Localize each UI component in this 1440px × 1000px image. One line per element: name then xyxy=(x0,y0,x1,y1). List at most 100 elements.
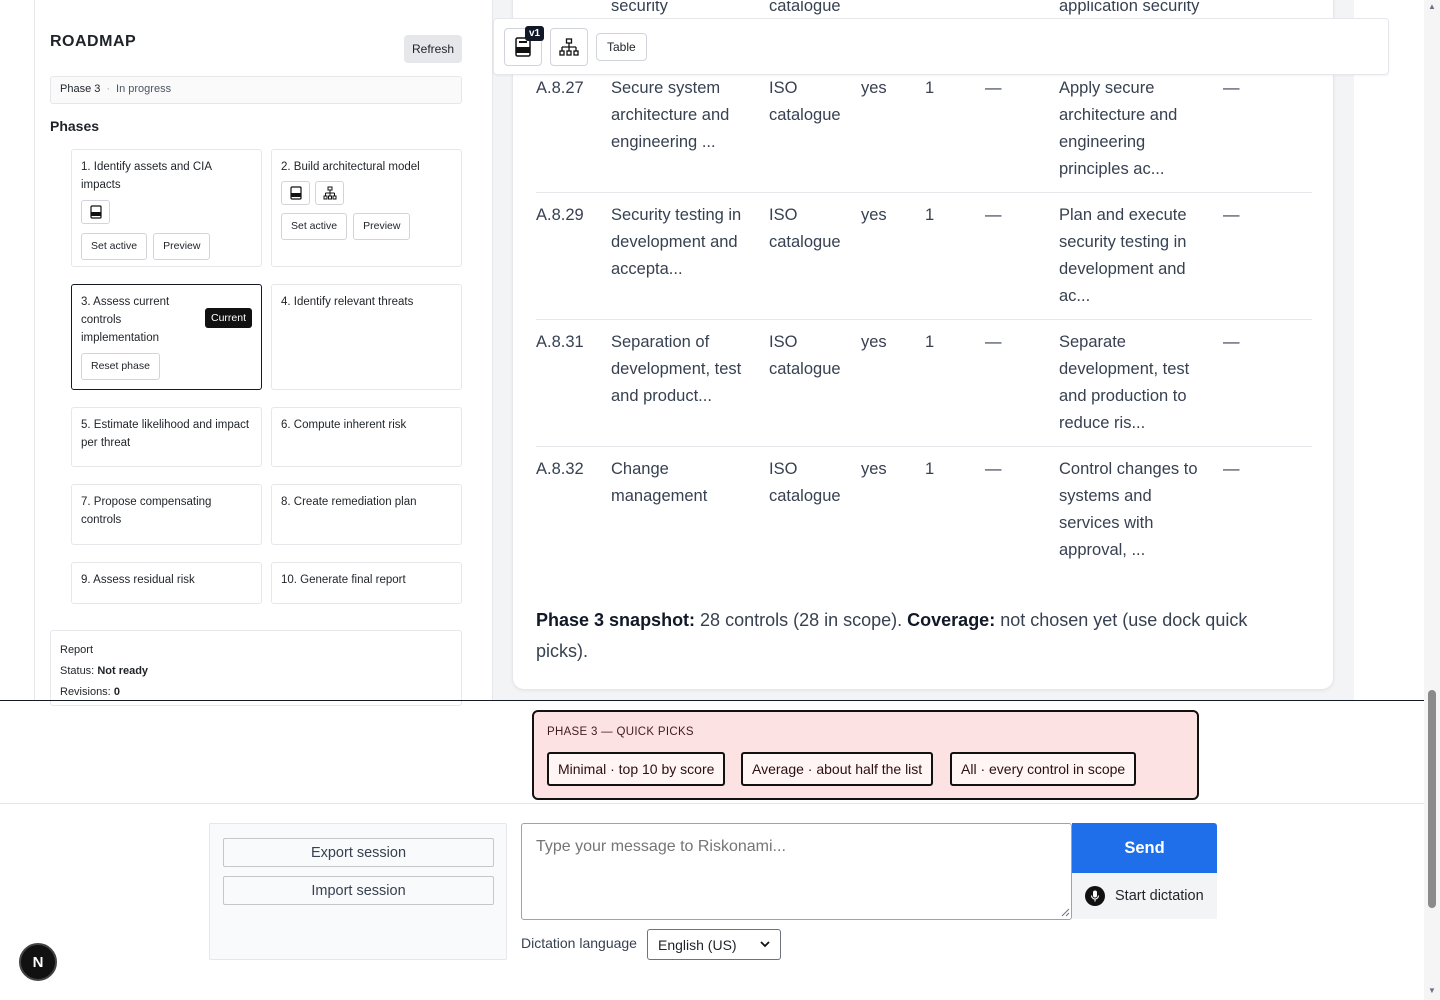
panel-divider xyxy=(34,0,35,700)
dictation-language-label: Dictation language xyxy=(521,935,637,951)
roadmap-panel: ROADMAP Refresh Phase 3 · In progress Phas… xyxy=(0,0,478,706)
view-toolbar: v1 Table xyxy=(493,18,1389,75)
phase-card-title: 10. Generate final report xyxy=(281,574,406,586)
control-applicable: yes xyxy=(861,333,887,351)
control-desc: Separate development, test and productio… xyxy=(1059,333,1190,432)
hierarchy-icon[interactable] xyxy=(315,181,344,205)
quick-picks-title: PHASE 3 — QUICK PICKS xyxy=(547,726,694,738)
scrollbar-thumb[interactable] xyxy=(1428,690,1436,908)
control-count: 1 xyxy=(925,79,935,97)
quick-picks-panel: PHASE 3 — QUICK PICKS Minimal · top 10 b… xyxy=(532,710,1199,800)
phase-card-3[interactable]: 3. Assess current controls implementatio… xyxy=(71,284,262,390)
phase-card-1[interactable]: 1. Identify assets and CIA impacts Set a… xyxy=(71,149,262,267)
control-dash: — xyxy=(1223,206,1240,224)
control-name: Change management xyxy=(611,460,708,505)
phase-card-title: 4. Identify relevant threats xyxy=(281,296,414,308)
control-desc: Control changes to systems and services … xyxy=(1059,460,1198,559)
table-row: A.8.29 Security testing in development a… xyxy=(536,202,1312,320)
control-dash: — xyxy=(1223,460,1240,478)
control-count: 1 xyxy=(925,333,935,351)
table-row: A.8.32 Change management ISO catalogue y… xyxy=(536,456,1312,574)
controls-table-card: security catalogue application security … xyxy=(512,0,1334,690)
control-dash: — xyxy=(985,79,1002,97)
dictation-label: Start dictation xyxy=(1115,888,1204,904)
page-scrollbar[interactable]: ▲ ▼ xyxy=(1424,0,1440,1000)
start-dictation-button[interactable]: Start dictation xyxy=(1072,873,1217,919)
roadmap-title: ROADMAP xyxy=(50,33,137,50)
phase-card-9[interactable]: 9. Assess residual risk xyxy=(71,562,262,604)
import-session-button[interactable]: Import session xyxy=(223,876,494,905)
selected-language: English (US) xyxy=(658,936,737,953)
phase-card-5[interactable]: 5. Estimate likelihood and impact per th… xyxy=(71,407,262,467)
control-source: ISO catalogue xyxy=(769,460,841,505)
control-desc: Apply secure architecture and engineerin… xyxy=(1059,79,1178,178)
control-name: Secure system architecture and engineeri… xyxy=(611,79,730,151)
hierarchy-icon xyxy=(559,38,579,56)
phases-heading: Phases xyxy=(50,118,100,134)
preview-button[interactable]: Preview xyxy=(153,233,211,260)
report-box: Report Status: Not ready Revisions: 0 xyxy=(50,630,462,706)
n-logo-badge[interactable]: N xyxy=(19,943,57,981)
report-status-value: Not ready xyxy=(97,665,149,677)
control-dash: — xyxy=(985,206,1002,224)
send-button[interactable]: Send xyxy=(1072,823,1217,873)
resize-grip-icon[interactable] xyxy=(1060,907,1070,917)
coverage-label: Coverage: xyxy=(907,610,996,630)
scroll-down-icon[interactable]: ▼ xyxy=(1428,986,1436,995)
table-view-button[interactable]: Table xyxy=(596,33,647,61)
export-session-button[interactable]: Export session xyxy=(223,838,494,867)
control-name: Separation of development, test and prod… xyxy=(611,333,742,405)
phase-label: Phase 3 xyxy=(60,83,101,95)
snapshot-label: Phase 3 snapshot: xyxy=(536,610,696,630)
phase-card-title: 5. Estimate likelihood and impact per th… xyxy=(81,419,250,449)
roadmap: ROADMAP Refresh Phase 3 · In progress Phas… xyxy=(50,0,462,706)
control-dash: — xyxy=(1223,79,1240,97)
diagram-view-button[interactable] xyxy=(550,28,588,66)
set-active-button[interactable]: Set active xyxy=(81,233,148,260)
phase-card-4[interactable]: 4. Identify relevant threats xyxy=(271,284,462,390)
control-desc: Plan and execute security testing in dev… xyxy=(1059,206,1187,305)
control-count: 1 xyxy=(925,206,935,224)
control-source: ISO catalogue xyxy=(769,206,841,251)
control-name: Security testing in development and acce… xyxy=(611,206,742,278)
dock-divider xyxy=(0,700,1424,701)
chevron-down-icon xyxy=(760,941,770,948)
phase-card-8[interactable]: 8. Create remediation plan xyxy=(271,484,462,545)
control-id: A.8.27 xyxy=(536,79,584,97)
scroll-up-icon[interactable]: ▲ xyxy=(1428,2,1436,11)
preview-button[interactable]: Preview xyxy=(353,213,411,240)
control-dash: — xyxy=(1223,333,1240,351)
control-dash: — xyxy=(985,333,1002,351)
phase-card-7[interactable]: 7. Propose compensating controls xyxy=(71,484,262,545)
dock-divider xyxy=(0,803,1424,804)
phase-card-title: 6. Compute inherent risk xyxy=(281,419,407,431)
phase-card-2[interactable]: 2. Build architectural model Set active P… xyxy=(271,149,462,267)
report-title: Report xyxy=(60,644,94,656)
table-row: A.8.31 Separation of development, test a… xyxy=(536,329,1312,447)
microphone-icon xyxy=(1085,886,1105,906)
version-badge: v1 xyxy=(525,26,545,41)
refresh-button[interactable]: Refresh xyxy=(404,35,462,63)
quick-pick-all[interactable]: All · every control in scope xyxy=(950,752,1137,786)
message-input[interactable] xyxy=(521,823,1072,920)
json-icon[interactable] xyxy=(81,200,110,224)
report-revisions-label: Revisions: xyxy=(60,686,111,698)
current-badge: Current xyxy=(204,308,252,328)
phase-snapshot: Phase 3 snapshot: 28 controls (28 in sco… xyxy=(536,605,1296,667)
quick-pick-minimal[interactable]: Minimal · top 10 by score xyxy=(547,752,726,786)
control-count: 1 xyxy=(925,460,935,478)
control-applicable: yes xyxy=(861,79,887,97)
phase-card-10[interactable]: 10. Generate final report xyxy=(271,562,462,604)
quick-pick-average[interactable]: Average · about half the list xyxy=(741,752,934,786)
control-id: A.8.29 xyxy=(536,206,584,224)
control-applicable: yes xyxy=(861,206,887,224)
dictation-language-select[interactable]: English (US) xyxy=(647,929,781,960)
report-status: Status: Not ready xyxy=(60,661,452,682)
control-id: A.8.31 xyxy=(536,333,584,351)
set-active-button[interactable]: Set active xyxy=(281,213,348,240)
reset-phase-button[interactable]: Reset phase xyxy=(81,353,160,380)
json-icon[interactable] xyxy=(281,181,310,205)
phase-card-6[interactable]: 6. Compute inherent risk xyxy=(271,407,462,467)
phase-card-title: 7. Propose compensating controls xyxy=(81,496,212,526)
phase-card-title: 2. Build architectural model xyxy=(281,161,420,173)
